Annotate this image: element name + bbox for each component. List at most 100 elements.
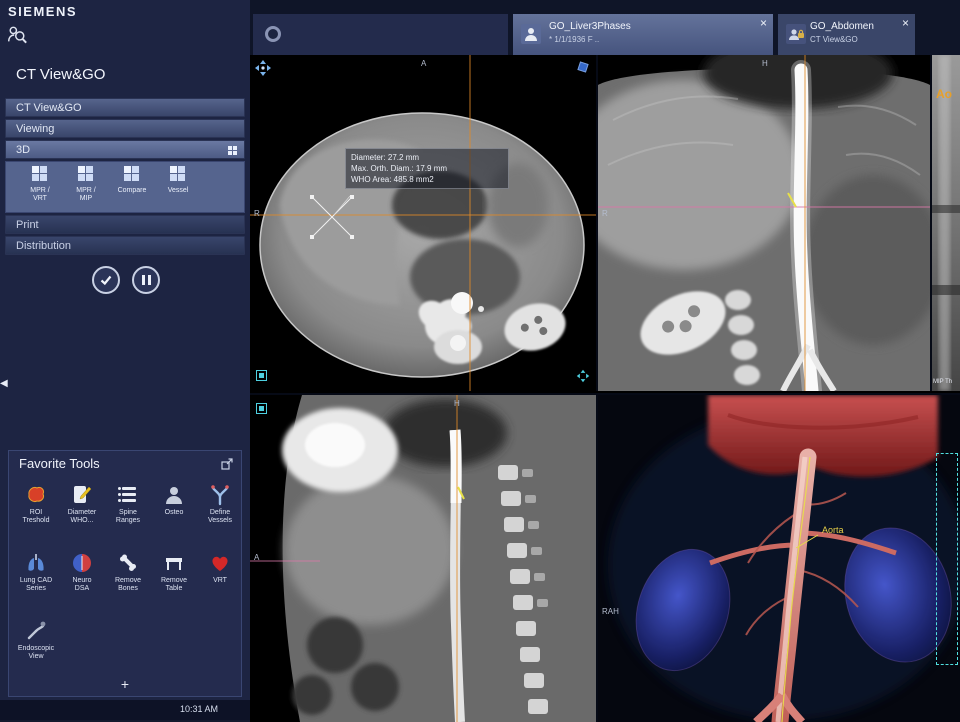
pan-navigator-icon[interactable] [254,59,272,77]
pause-icon [142,275,151,285]
fav-label: Diameter [60,509,104,517]
pan-tool-icon[interactable] [576,369,590,383]
popout-icon[interactable] [220,457,234,471]
tab-empty[interactable] [253,14,508,55]
series-donut-icon [263,24,283,44]
tab-subtitle: CT View&GO [810,35,858,44]
osteo-icon [162,483,186,507]
grid-layout-icon [227,145,238,156]
orientation-cube-icon[interactable] [576,60,590,74]
tab-bar: GO_Liver3Phases * 1/1/1936 F .. × GO_Abd… [250,0,960,55]
fav-tool-diameter-who[interactable]: Diameter WHO... [60,483,104,525]
tool-label: MIP [64,195,108,203]
fav-label: Vessels [198,517,242,525]
fav-label: Ranges [106,517,150,525]
patient-browser-icon[interactable] [6,24,28,46]
fav-label: Table [152,585,196,593]
viewport-vrt-3d[interactable]: RAH Aorta [598,393,960,722]
axial-ct-image [250,55,596,391]
clock: 10:31 AM [180,704,218,714]
tab-go-abdomen[interactable]: GO_Abdomen CT View&GO × [778,14,915,55]
orientation-label-head: H [454,399,460,408]
section-label: 3D [16,144,30,156]
vrt-3d-image [598,395,960,722]
series-selector-icon[interactable] [256,403,267,414]
annotation-line: Diameter: 27.2 mm [351,152,503,163]
fav-label: VRT [198,577,242,585]
fav-label: ROI [14,509,58,517]
fav-tool-endoscopic-view[interactable]: Endoscopic View [14,619,58,661]
orientation-label-anterior: A [254,553,259,562]
favorite-tools-panel: Favorite Tools ROI Treshold Diameter WHO… [8,450,242,697]
lung-cad-icon [24,551,48,575]
sidebar-section-3d[interactable]: 3D [5,140,245,159]
orientation-label-head: H [762,59,768,68]
close-icon[interactable]: × [902,16,909,30]
fav-tool-remove-bones[interactable]: Remove Bones [106,551,150,593]
spine-ranges-icon [116,483,140,507]
define-vessels-icon [208,483,232,507]
sidebar-section-viewing[interactable]: Viewing [5,119,245,138]
endoscopic-view-icon [24,619,48,643]
fav-tool-roi-threshold[interactable]: ROI Treshold [14,483,58,525]
measurement-annotation: Diameter: 27.2 mm Max. Orth. Diam.: 17.9… [345,148,509,189]
vessel-label-aorta: Aorta [822,525,844,535]
tab-subtitle: * 1/1/1936 F .. [549,35,599,44]
viewport-coronal[interactable]: H R [598,55,932,391]
viewport-grid: Diameter: 27.2 mm Max. Orth. Diam.: 17.9… [250,55,960,720]
fav-label: Neuro [60,577,104,585]
sidebar-section-print[interactable]: Print [5,215,245,234]
fav-tool-spine-ranges[interactable]: Spine Ranges [106,483,150,525]
fav-tool-neuro-dsa[interactable]: Neuro DSA [60,551,104,593]
fav-tool-vrt[interactable]: VRT [198,551,242,585]
section-label: CT View&GO [16,102,82,114]
neuro-dsa-icon [70,551,94,575]
app-title: CT View&GO [16,66,105,83]
section-label: Print [16,219,39,231]
fav-label: Treshold [14,517,58,525]
locked-patient-icon [786,24,806,44]
pause-button[interactable] [132,266,160,294]
series-selector-icon[interactable] [256,370,267,381]
fav-label: WHO... [60,517,104,525]
tool-mpr-mip[interactable]: MPR / MIP [64,166,108,210]
tool-vessel[interactable]: Vessel [156,166,200,210]
sidebar-collapse-arrow[interactable]: ◀ [0,378,8,389]
sidebar-section-ct-viewgo[interactable]: CT View&GO [5,98,245,117]
check-icon [99,273,113,287]
fav-tool-define-vessels[interactable]: Define Vessels [198,483,242,525]
viewport-axial[interactable]: Diameter: 27.2 mm Max. Orth. Diam.: 17.9… [250,55,598,391]
viewport-partial-strip[interactable]: Ao MIP Th [932,55,960,391]
sidebar-section-distribution[interactable]: Distribution [5,236,245,255]
strip-vessel-label: Ao [936,87,952,101]
sidebar: SIEMENS CT View&GO CT View&GO Viewing 3D… [0,0,250,720]
confirm-button[interactable] [92,266,120,294]
viewport-sagittal[interactable]: H A [250,393,598,722]
tool-label: Vessel [156,187,200,195]
fav-label: Remove [152,577,196,585]
fav-tool-lung-cad[interactable]: Lung CAD Series [14,551,58,593]
section-label: Viewing [16,123,54,135]
fav-tool-osteo[interactable]: Osteo [152,483,196,517]
annotation-line: WHO Area: 485.8 mm2 [351,174,503,185]
remove-bones-icon [116,551,140,575]
close-icon[interactable]: × [760,16,767,30]
tool-label: Compare [110,187,154,195]
tool-label: VRT [18,195,62,203]
coronal-ct-image [598,55,930,391]
tool-mpr-vrt[interactable]: MPR / VRT [18,166,62,210]
mpr-mip-icon [78,166,94,182]
tab-go-liver3phases[interactable]: GO_Liver3Phases * 1/1/1936 F .. × [513,14,773,55]
tool-label: MPR / [64,187,108,195]
compare-icon [124,166,140,182]
fav-tool-remove-table[interactable]: Remove Table [152,551,196,593]
add-favorite-button[interactable]: + [9,676,241,692]
section-label: Distribution [16,240,71,252]
fav-label: Lung CAD [14,577,58,585]
fav-label: Spine [106,509,150,517]
fav-label: Bones [106,585,150,593]
fav-label: Define [198,509,242,517]
tab-title: GO_Abdomen [810,21,874,32]
roi-threshold-icon [24,483,48,507]
tool-compare[interactable]: Compare [110,166,154,210]
